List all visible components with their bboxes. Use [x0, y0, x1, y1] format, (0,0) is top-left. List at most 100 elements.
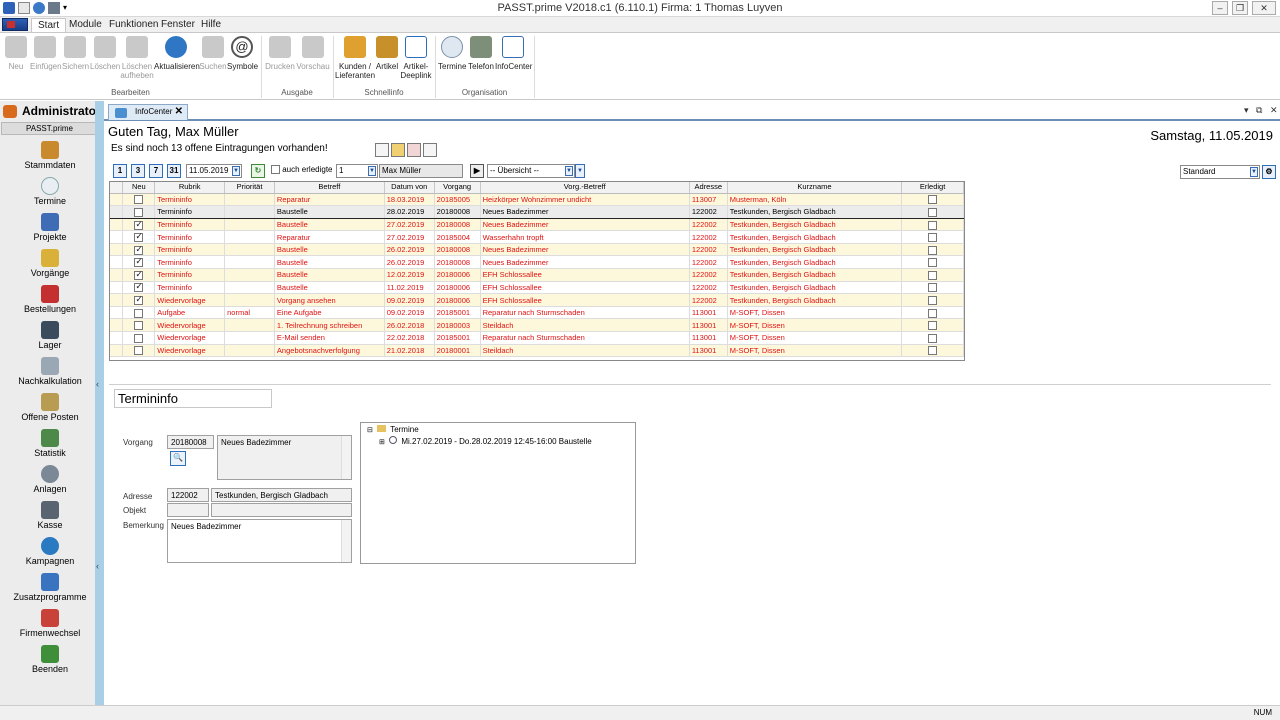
tab-module[interactable]: Module	[63, 18, 108, 32]
col-adresse[interactable]: Adresse	[689, 182, 728, 194]
notes-icon[interactable]	[375, 143, 389, 157]
table-row[interactable]: Termininfo Baustelle12.02.201920180006EFH…	[110, 268, 964, 282]
chevron-down-icon[interactable]: ▼	[1250, 167, 1258, 177]
col-erledigt[interactable]: Erledigt	[901, 182, 964, 194]
close-button[interactable]: ✕	[1252, 1, 1276, 15]
new-checkbox[interactable]	[134, 294, 144, 306]
sidebar-splitter[interactable]: ‹ ‹	[95, 101, 104, 705]
new-checkbox[interactable]	[122, 205, 156, 219]
new-checkbox[interactable]	[122, 306, 156, 320]
tab-infocenter[interactable]: InfoCenter ✕	[108, 104, 188, 120]
done-checkbox[interactable]	[901, 218, 964, 232]
new-checkbox[interactable]	[134, 346, 144, 356]
show-done-checkbox[interactable]: auch erledigte	[271, 165, 333, 175]
table-row[interactable]: Wiedervorlage Angebotsnachverfolgung 21.0…	[110, 344, 964, 358]
people-icon[interactable]	[391, 143, 405, 157]
new-checkbox[interactable]	[134, 281, 144, 293]
done-checkbox[interactable]	[928, 296, 938, 306]
done-checkbox[interactable]	[928, 220, 938, 230]
done-checkbox[interactable]	[928, 207, 938, 217]
sidebar-item-kasse[interactable]: Kasse	[0, 501, 100, 537]
new-checkbox[interactable]	[134, 207, 144, 217]
table-row[interactable]: Termininfo Baustelle26.02.201920180008Neu…	[110, 243, 964, 257]
table-row[interactable]: Termininfo Baustelle27.02.201920180008Neu…	[110, 218, 964, 232]
new-button[interactable]: Neu	[4, 36, 28, 71]
table-row[interactable]: Wiedervorlage 1. Teilrechnung schreiben 26…	[110, 318, 964, 333]
new-checkbox[interactable]	[122, 293, 156, 307]
sidebar-item-nachkalkulation[interactable]: Nachkalkulation	[0, 357, 100, 393]
new-checkbox[interactable]	[134, 269, 144, 280]
bemerkung-field[interactable]: Neues Badezimmer	[167, 519, 352, 563]
overview-action-button[interactable]: ▼	[575, 164, 585, 178]
date-field[interactable]: 11.05.2019 ▼	[186, 164, 242, 178]
tab-hilfe[interactable]: Hilfe	[195, 18, 227, 32]
pencil-icon[interactable]	[423, 143, 437, 157]
done-checkbox[interactable]	[928, 233, 938, 243]
expand-icon[interactable]: ⊞	[379, 439, 385, 446]
range-1-day-button[interactable]: 1	[113, 164, 127, 178]
app-menu-button[interactable]	[2, 18, 28, 31]
edit-icon[interactable]	[407, 143, 421, 157]
done-checkbox[interactable]	[928, 195, 938, 205]
new-checkbox[interactable]	[134, 333, 144, 343]
col-rubrik[interactable]: Rubrik	[154, 182, 226, 194]
sidebar-item-lager[interactable]: Lager	[0, 321, 100, 357]
done-checkbox[interactable]	[928, 258, 938, 268]
undelete-button[interactable]: Löschen aufheben	[120, 36, 154, 80]
new-checkbox[interactable]	[122, 218, 156, 232]
table-row[interactable]: Wiedervorlage Vorgang ansehen09.02.201920…	[110, 293, 964, 307]
col-betreff[interactable]: Betreff	[274, 182, 385, 194]
table-row[interactable]: Termininfo Baustelle26.02.201920180008Neu…	[110, 255, 964, 270]
count-field[interactable]: 1 ▼	[336, 164, 378, 178]
new-checkbox[interactable]	[122, 318, 156, 333]
done-checkbox[interactable]	[901, 293, 964, 307]
table-row[interactable]: Termininfo Baustelle11.02.201920180006EFH…	[110, 281, 964, 295]
chevron-down-icon[interactable]: ▼	[565, 166, 573, 176]
appointments-button[interactable]: Termine	[438, 36, 466, 71]
article-button[interactable]: Artikel	[375, 36, 399, 71]
new-checkbox[interactable]	[122, 230, 156, 244]
range-3-days-button[interactable]: 3	[131, 164, 145, 178]
overview-select[interactable]: -- Übersicht -- ▼	[487, 164, 575, 178]
new-checkbox[interactable]	[122, 255, 156, 270]
phone-button[interactable]: Telefon	[467, 36, 495, 71]
done-checkbox[interactable]	[901, 281, 964, 295]
col-vorgang[interactable]: Vorgang	[434, 182, 481, 194]
new-checkbox[interactable]	[134, 219, 144, 230]
new-checkbox[interactable]	[134, 308, 144, 318]
table-row[interactable]: Termininfo Reparatur27.02.201920185004Was…	[110, 230, 964, 244]
infocenter-button[interactable]: InfoCenter	[495, 36, 532, 71]
preview-button[interactable]: Vorschau	[296, 36, 330, 71]
range-31-days-button[interactable]: 31	[167, 164, 181, 178]
table-row[interactable]: Aufgabe normal Eine Aufgabe 09.02.2019 20185…	[110, 306, 964, 320]
maximize-button[interactable]: ❐	[1232, 1, 1248, 15]
sidebar-item-vorgaenge[interactable]: Vorgänge	[0, 249, 100, 285]
done-checkbox[interactable]	[901, 193, 964, 207]
sidebar-item-offene-posten[interactable]: Offene Posten	[0, 393, 100, 429]
sidebar-item-projekte[interactable]: Projekte	[0, 213, 100, 249]
new-checkbox[interactable]	[122, 281, 156, 295]
new-checkbox[interactable]	[122, 344, 156, 358]
sidebar-item-zusatzprogramme[interactable]: Zusatzprogramme	[0, 573, 100, 609]
tab-start[interactable]: Start	[31, 18, 67, 32]
refresh-filter-button[interactable]: ↻	[251, 164, 265, 178]
insert-button[interactable]: Einfügen	[30, 36, 62, 71]
done-checkbox[interactable]	[901, 243, 964, 257]
done-checkbox[interactable]	[901, 230, 964, 244]
done-checkbox[interactable]	[901, 306, 964, 320]
close-tab-icon[interactable]: ✕	[175, 105, 183, 119]
new-checkbox[interactable]	[134, 256, 144, 268]
done-checkbox[interactable]	[901, 344, 964, 358]
view-select[interactable]: Standard ▼	[1180, 165, 1260, 179]
sidebar-item-statistik[interactable]: Statistik	[0, 429, 100, 465]
col-kurzname[interactable]: Kurzname	[727, 182, 903, 194]
col-datum-von[interactable]: Datum von	[384, 182, 435, 194]
sidebar-item-stammdaten[interactable]: Stammdaten	[0, 141, 100, 177]
calendar-dropdown-icon[interactable]: ▼	[232, 166, 240, 176]
user-select-button[interactable]: ▶	[470, 164, 484, 178]
new-checkbox[interactable]	[122, 193, 156, 207]
scrollbar[interactable]	[341, 436, 351, 479]
tab-list-dropdown-icon[interactable]: ▾	[1244, 105, 1249, 116]
tab-float-icon[interactable]: ⧉	[1256, 105, 1262, 116]
done-checkbox[interactable]	[928, 308, 938, 318]
